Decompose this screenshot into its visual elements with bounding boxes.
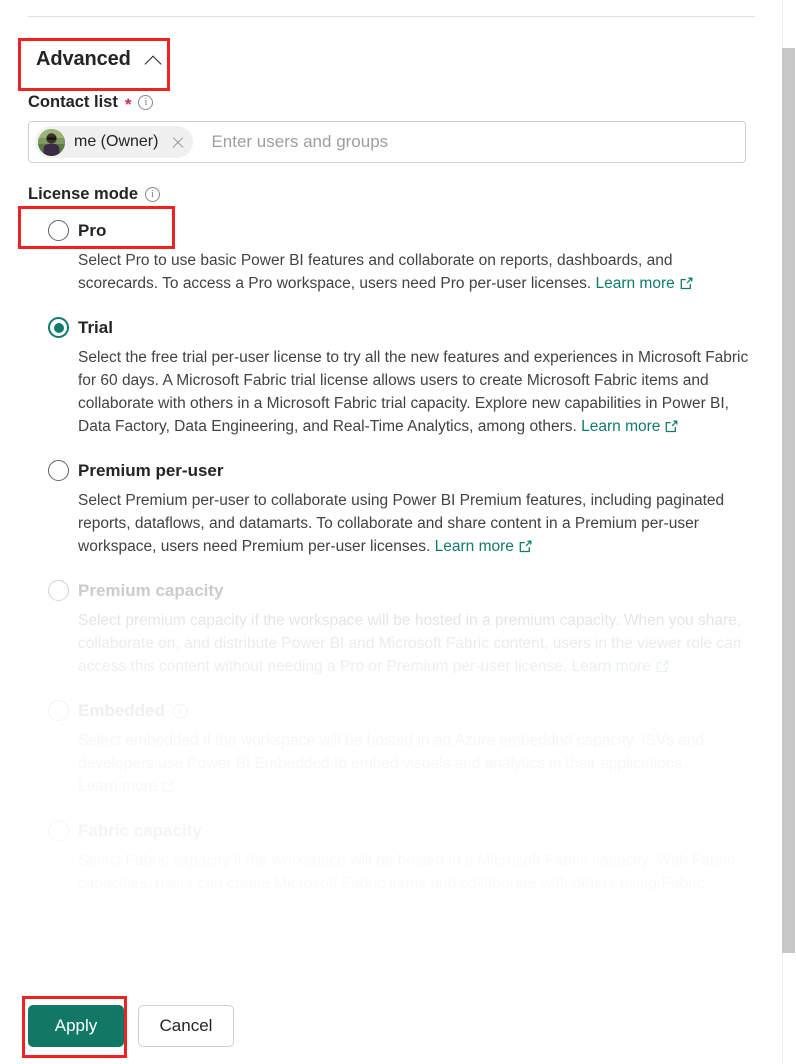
license-option-pro-description-text: Select Pro to use basic Power BI feature… bbox=[78, 252, 673, 292]
license-option-fabric-capacity: Fabric capacity Select Fabric capacity i… bbox=[28, 820, 756, 895]
license-option-pro[interactable]: Pro Select Pro to use basic Power BI fea… bbox=[28, 220, 756, 295]
panel-divider bbox=[28, 16, 755, 17]
info-icon bbox=[172, 703, 188, 719]
scrollbar-thumb[interactable] bbox=[782, 48, 795, 953]
radio-fabric-capacity bbox=[48, 820, 69, 841]
chevron-up-icon[interactable] bbox=[145, 54, 163, 65]
license-option-premium-capacity-head: Premium capacity bbox=[78, 580, 756, 602]
advanced-section-header[interactable]: Advanced bbox=[28, 44, 173, 75]
radio-premium-per-user[interactable] bbox=[48, 460, 69, 481]
license-option-fabric-capacity-title: Fabric capacity bbox=[78, 821, 202, 840]
info-icon[interactable] bbox=[138, 95, 154, 110]
learn-more-link-embedded: Learn more bbox=[78, 778, 158, 795]
radio-embedded bbox=[48, 700, 69, 721]
radio-trial[interactable] bbox=[48, 317, 69, 338]
license-mode-panel: Advanced Contact list * i me (Owner) Ent… bbox=[0, 0, 796, 1064]
license-option-premium-capacity-description: Select premium capacity if the workspace… bbox=[78, 609, 756, 678]
license-mode-radio-group: Pro Select Pro to use basic Power BI fea… bbox=[28, 220, 756, 895]
user-avatar bbox=[38, 128, 65, 156]
contact-list-label-text: Contact list bbox=[28, 93, 118, 111]
license-option-fabric-capacity-head: Fabric capacity bbox=[78, 820, 756, 842]
apply-button[interactable]: Apply bbox=[28, 1005, 124, 1047]
license-option-fabric-capacity-description: Select Fabric capacity if the workspace … bbox=[78, 852, 735, 892]
license-option-trial-head: Trial bbox=[78, 317, 756, 339]
license-option-premium-per-user-description: Select Premium per-user to collaborate u… bbox=[78, 489, 756, 558]
license-option-premium-per-user-head: Premium per-user bbox=[78, 460, 756, 482]
advanced-section-title: Advanced bbox=[36, 48, 131, 70]
license-option-pro-head: Pro bbox=[78, 220, 756, 242]
dialog-footer: Apply Cancel bbox=[0, 988, 796, 1064]
external-link-icon[interactable] bbox=[680, 277, 693, 290]
license-option-embedded-description-text: Select embedded if the workspace will be… bbox=[78, 732, 705, 772]
license-option-trial[interactable]: Trial Select the free trial per-user lic… bbox=[28, 317, 756, 438]
external-link-icon bbox=[162, 780, 175, 793]
contact-pill-owner[interactable]: me (Owner) bbox=[35, 126, 194, 158]
license-mode-label-text: License mode bbox=[28, 185, 139, 203]
close-icon[interactable] bbox=[167, 131, 189, 153]
contact-pill-label: me (Owner) bbox=[74, 133, 159, 150]
learn-more-link-premium-capacity: Learn more bbox=[571, 658, 651, 675]
required-asterisk: * bbox=[124, 95, 132, 114]
license-option-pro-description: Select Pro to use basic Power BI feature… bbox=[78, 249, 756, 295]
info-icon[interactable] bbox=[145, 187, 161, 202]
external-link-icon[interactable] bbox=[519, 540, 532, 553]
radio-pro[interactable] bbox=[48, 220, 69, 241]
license-option-premium-capacity: Premium capacity Select premium capacity… bbox=[28, 580, 756, 678]
external-link-icon[interactable] bbox=[665, 420, 678, 433]
vertical-scrollbar[interactable] bbox=[782, 0, 796, 1064]
learn-more-link-trial[interactable]: Learn more bbox=[581, 418, 660, 435]
cancel-button[interactable]: Cancel bbox=[138, 1005, 234, 1047]
license-option-embedded-title: Embedded bbox=[78, 701, 165, 720]
license-option-trial-title: Trial bbox=[78, 318, 113, 337]
scrollable-content-area[interactable]: Advanced Contact list * i me (Owner) Ent… bbox=[0, 28, 756, 988]
license-option-embedded-description: Select embedded if the workspace will be… bbox=[78, 729, 756, 798]
contact-list-input[interactable]: me (Owner) Enter users and groups bbox=[28, 121, 746, 163]
license-option-trial-description: Select the free trial per-user license t… bbox=[78, 346, 756, 438]
license-option-embedded-head: Embedded bbox=[78, 700, 756, 722]
license-option-embedded: Embedded Select embedded if the workspac… bbox=[28, 700, 756, 798]
license-option-premium-per-user[interactable]: Premium per-user Select Premium per-user… bbox=[28, 460, 756, 558]
license-option-premium-capacity-title: Premium capacity bbox=[78, 581, 224, 600]
external-link-icon bbox=[656, 660, 669, 673]
radio-premium-capacity bbox=[48, 580, 69, 601]
license-option-premium-per-user-title: Premium per-user bbox=[78, 461, 224, 480]
learn-more-link-premium-per-user[interactable]: Learn more bbox=[435, 538, 514, 555]
license-mode-label: License mode bbox=[28, 185, 756, 204]
license-option-pro-title: Pro bbox=[78, 221, 107, 240]
contact-list-label: Contact list * bbox=[28, 93, 756, 114]
contact-list-placeholder: Enter users and groups bbox=[211, 132, 389, 151]
license-option-premium-per-user-description-text: Select Premium per-user to collaborate u… bbox=[78, 492, 725, 555]
learn-more-link-pro[interactable]: Learn more bbox=[595, 275, 674, 292]
